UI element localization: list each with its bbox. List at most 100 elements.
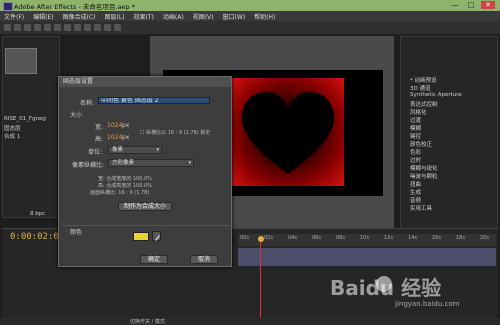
lock-aspect-label: 纵横比以 16 : 9 (1.78) 锁定 [146, 130, 211, 136]
eraser-tool-icon[interactable] [114, 24, 121, 31]
pen-tool-icon[interactable] [74, 24, 81, 31]
watermark-brand: Baidu 经验 [330, 276, 442, 300]
menu-view[interactable]: 视图(V) [193, 12, 214, 21]
ruler-tick: 04s [288, 235, 297, 241]
project-item-solids-folder[interactable]: 固态层 [4, 124, 21, 132]
bit-depth-button[interactable]: 8 bpc [30, 211, 45, 217]
color-label: 颜色 [70, 229, 83, 236]
close-button[interactable]: ✕ [481, 1, 495, 9]
status-bar: 切换开关 / 模式 [0, 318, 500, 325]
name-input[interactable]: 中间色 黄色 固态层 2 [98, 97, 210, 104]
ruler-tick: 14s [408, 235, 417, 241]
effect-category[interactable]: 色彩 [410, 148, 421, 156]
lock-aspect-checkbox[interactable]: ☐ 纵横比以 16 : 9 (1.78) 锁定 [140, 129, 210, 136]
title-bar: Adobe After Effects - 未命名项目.aep * — □ ✕ [0, 0, 500, 11]
ruler-tick: 20s [480, 235, 489, 241]
menu-composition[interactable]: 图像合成(C) [63, 12, 96, 21]
eyedropper-glyph-icon [155, 235, 160, 241]
ruler-tick: 08s [336, 235, 345, 241]
menu-bar: 文件(F) 编辑(E) 图像合成(C) 图层(L) 效果(T) 动画(A) 视图… [0, 11, 500, 21]
current-time-line [260, 242, 261, 320]
ruler-tick: 16s [432, 235, 441, 241]
effect-category[interactable]: 风格化 [410, 108, 427, 116]
effect-category[interactable]: 音频 [410, 196, 421, 204]
ok-button[interactable]: 确定 [140, 255, 168, 264]
effect-category[interactable]: 键控 [410, 132, 421, 140]
divider [62, 225, 232, 226]
stamp-tool-icon[interactable] [104, 24, 111, 31]
selection-tool-icon[interactable] [4, 24, 11, 31]
width-label: 宽: [95, 124, 104, 131]
height-value[interactable]: 1024 [107, 134, 122, 141]
pixel-aspect-select[interactable]: 方形像素 [108, 159, 194, 167]
effect-category[interactable]: 模糊 [410, 124, 421, 132]
ruler-tick: 18s [456, 235, 465, 241]
effect-category[interactable]: 过时 [410, 156, 421, 164]
brush-tool-icon[interactable] [94, 24, 101, 31]
mask-tool-icon[interactable] [64, 24, 71, 31]
watermark-url: jingyan.baidu.com [395, 300, 460, 308]
window-title: Adobe After Effects - 未命名项目.aep * [14, 3, 135, 11]
effect-category[interactable]: 模糊与锐化 [410, 164, 438, 172]
ruler-tick: 10s [360, 235, 369, 241]
make-comp-size-button[interactable]: 制作为合成大小 [118, 202, 172, 211]
zoom-tool-icon[interactable] [24, 24, 31, 31]
heart-shape-icon [241, 91, 335, 174]
menu-help[interactable]: 帮助(H) [254, 12, 275, 21]
width-percent-info: 宽: 合成宽度的 100.0% [98, 176, 152, 182]
cancel-button[interactable]: 取消 [190, 255, 218, 264]
minimize-button[interactable]: — [448, 1, 462, 9]
units-label: 单位: [88, 149, 103, 156]
time-ruler[interactable]: 00s 02s 04s 06s 08s 10s 12s 14s 16s 18s … [238, 234, 496, 246]
app-icon [3, 2, 13, 11]
dialog-title: 固态层设置 [59, 77, 231, 87]
camera-tool-icon[interactable] [44, 24, 51, 31]
color-swatch[interactable] [133, 232, 149, 241]
units-select[interactable]: 像素 [108, 146, 162, 154]
menu-effect[interactable]: 效果(T) [134, 12, 154, 21]
effect-category[interactable]: * 动画预设 [410, 76, 437, 84]
effect-category[interactable]: 过渡 [410, 116, 421, 124]
ruler-tick: 00s [240, 235, 249, 241]
menu-edit[interactable]: 编辑(E) [33, 12, 53, 21]
effect-category[interactable]: 噪波与颗粒 [410, 172, 438, 180]
height-percent-info: 高: 合成高度的 100.0% [98, 183, 152, 189]
project-thumbnail [5, 48, 37, 74]
effect-category[interactable]: 3D 通道 [410, 84, 430, 92]
frame-aspect-info: 画面纵横比: 16 : 9 (1.78) [90, 190, 150, 196]
ruler-tick: 02s [264, 235, 273, 241]
effect-category[interactable]: 实用工具 [410, 204, 432, 212]
width-value[interactable]: 1024 [107, 122, 122, 129]
text-tool-icon[interactable] [84, 24, 91, 31]
rotate-tool-icon[interactable] [34, 24, 41, 31]
timecode-display[interactable]: 0:00:02:05 [10, 232, 64, 242]
project-item-comp[interactable]: 合成 1 [4, 132, 20, 140]
ruler-tick: 06s [312, 235, 321, 241]
effect-category[interactable]: 生成 [410, 188, 421, 196]
width-unit: px [122, 122, 130, 129]
heart-layer-preview[interactable] [232, 78, 344, 186]
project-item-footage[interactable]: RISE_01_Fgneg [4, 116, 46, 122]
height-unit: px [122, 134, 130, 141]
pixel-aspect-label: 像素纵横比: [72, 162, 105, 169]
effect-category[interactable]: Synthetic Aperture [410, 92, 462, 98]
height-label: 高: [95, 136, 104, 143]
ruler-tick: 12s [384, 235, 393, 241]
layer-track-bar[interactable] [238, 248, 496, 266]
eyedropper-icon[interactable] [152, 231, 161, 241]
menu-layer[interactable]: 图层(L) [105, 12, 125, 21]
menu-file[interactable]: 文件(F) [4, 12, 24, 21]
current-time-indicator[interactable] [258, 236, 264, 242]
effect-category[interactable]: 颜色校正 [410, 140, 432, 148]
effect-category[interactable]: 表达式控制 [410, 100, 438, 108]
menu-window[interactable]: 窗口(W) [222, 12, 245, 21]
effect-category[interactable]: 扭曲 [410, 180, 421, 188]
maximize-button[interactable]: □ [464, 1, 478, 9]
menu-animation[interactable]: 动画(A) [163, 12, 184, 21]
toggle-switches-modes[interactable]: 切换开关 / 模式 [130, 318, 165, 325]
size-section-label: 大小 [70, 112, 83, 119]
name-label: 名称: [80, 100, 95, 107]
pan-tool-icon[interactable] [54, 24, 61, 31]
hand-tool-icon[interactable] [14, 24, 21, 31]
tools-panel [0, 21, 500, 35]
